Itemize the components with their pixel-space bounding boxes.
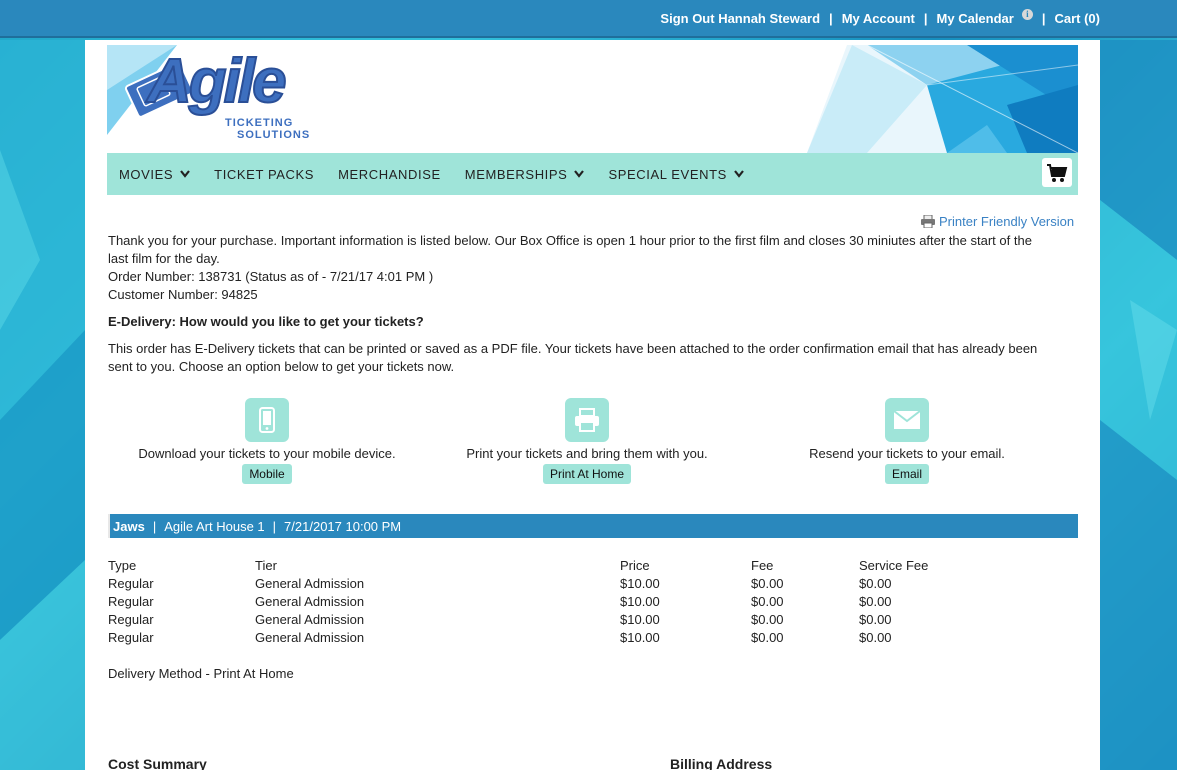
delivery-option-email: Resend your tickets to your email. Email (757, 398, 1057, 484)
edelivery-heading: E-Delivery: How would you like to get yo… (108, 314, 424, 329)
delivery-method: Delivery Method - Print At Home (108, 666, 294, 681)
table-row: Regular General Admission $10.00 $0.00 $… (108, 574, 979, 592)
ticket-fee: $0.00 (751, 629, 784, 645)
separator: | (272, 518, 277, 534)
ticket-tier: General Admission (255, 629, 365, 645)
table-header-row: Type Tier Price Fee Service Fee (108, 556, 979, 574)
nav-merchandise[interactable]: MERCHANDISE (338, 167, 441, 182)
printer-friendly-label: Printer Friendly Version (939, 214, 1075, 229)
event-title: Jaws (113, 518, 145, 534)
ticket-price: $10.00 (620, 629, 660, 645)
nav-label: MOVIES (119, 166, 174, 182)
delivery-option-mobile: Download your tickets to your mobile dev… (117, 398, 417, 484)
nav-ticket-packs[interactable]: TICKET PACKS (214, 167, 314, 182)
separator: | (923, 10, 928, 26)
separator: | (829, 10, 833, 26)
table-row: Regular General Admission $10.00 $0.00 $… (108, 610, 979, 628)
envelope-icon (885, 398, 929, 442)
cart-button[interactable] (1042, 158, 1072, 187)
my-account-link[interactable]: My Account (842, 11, 915, 26)
table-row: Regular General Admission $10.00 $0.00 $… (108, 592, 979, 610)
ticket-price: $10.00 (620, 611, 660, 627)
billing-address-heading: Billing Address (670, 756, 773, 770)
chevron-down-icon (574, 170, 585, 178)
header-banner: Agile TICKETING SOLUTIONS (107, 45, 1078, 153)
option-description: Download your tickets to your mobile dev… (138, 446, 396, 461)
separator: | (1041, 10, 1046, 26)
shopping-cart-icon (1047, 163, 1068, 182)
logo[interactable]: Agile TICKETING SOLUTIONS (146, 46, 309, 141)
option-description: Resend your tickets to your email. (809, 446, 1005, 461)
logo-subtitle-2: SOLUTIONS (237, 129, 311, 141)
main-nav: MOVIES TICKET PACKS MERCHANDISE MEMBERSH… (107, 153, 1078, 195)
printer-icon (921, 215, 935, 228)
sign-out-link[interactable]: Sign Out Hannah Steward (660, 11, 820, 26)
mobile-phone-icon (245, 398, 289, 442)
column-header: Fee (751, 557, 774, 573)
ticket-type: Regular (108, 611, 154, 627)
nav-memberships[interactable]: MEMBERSHIPS (465, 167, 585, 182)
ticket-tier: General Admission (255, 611, 365, 627)
email-button[interactable]: Email (884, 464, 929, 484)
table-row: Regular General Admission $10.00 $0.00 $… (108, 628, 979, 646)
top-utility-bar: Sign Out Hannah Steward | My Account | M… (0, 0, 1177, 38)
ticket-tier: General Admission (255, 593, 365, 609)
cost-summary-heading: Cost Summary (108, 756, 207, 770)
ticket-tier: General Admission (255, 575, 365, 591)
mobile-button[interactable]: Mobile (242, 464, 292, 484)
ticket-fee: $0.00 (751, 611, 784, 627)
option-description: Print your tickets and bring them with y… (466, 446, 708, 461)
printer-icon (565, 398, 609, 442)
nav-label: MERCHANDISE (338, 166, 441, 182)
column-header: Service Fee (859, 557, 929, 573)
ticket-fee: $0.00 (751, 575, 784, 591)
event-venue: Agile Art House 1 (164, 518, 265, 534)
nav-movies[interactable]: MOVIES (119, 166, 191, 182)
customer-number: Customer Number: 94825 (108, 287, 258, 302)
main-page: Agile TICKETING SOLUTIONS MOVIES TICKET … (85, 40, 1100, 770)
nav-label: SPECIAL EVENTS (608, 166, 727, 182)
ticket-fee: $0.00 (751, 593, 784, 609)
tickets-table: Type Tier Price Fee Service Fee Regular … (108, 556, 979, 646)
thank-you-line-1: Thank you for your purchase. Important i… (108, 233, 1032, 248)
ticket-price: $10.00 (620, 575, 660, 591)
cart-link[interactable]: Cart (0) (1054, 11, 1100, 26)
column-header: Price (620, 557, 650, 573)
ticket-service-fee: $0.00 (859, 575, 892, 591)
info-icon[interactable]: i (1021, 8, 1033, 20)
my-calendar-link[interactable]: My Calendar (937, 11, 1014, 26)
chevron-down-icon (734, 170, 744, 178)
logo-text: Agile (146, 46, 288, 117)
column-header: Tier (255, 557, 277, 573)
nav-label: TICKET PACKS (214, 166, 315, 182)
logo-subtitle-1: TICKETING (225, 117, 294, 129)
order-number: Order Number: 138731 (Status as of - 7/2… (108, 269, 434, 284)
edelivery-desc-line-2: sent to you. Choose an option below to g… (108, 359, 455, 374)
thank-you-line-2: last film for the day. (108, 251, 220, 266)
separator: | (152, 518, 157, 534)
ticket-service-fee: $0.00 (859, 611, 892, 627)
ticket-type: Regular (108, 575, 154, 591)
ticket-price: $10.00 (620, 593, 660, 609)
ticket-type: Regular (108, 629, 154, 645)
print-at-home-button[interactable]: Print At Home (542, 464, 632, 484)
ticket-service-fee: $0.00 (859, 593, 892, 609)
event-header-bar: Jaws | Agile Art House 1 | 7/21/2017 10:… (108, 514, 1078, 538)
edelivery-desc-line-1: This order has E-Delivery tickets that c… (108, 341, 1038, 356)
nav-special-events[interactable]: SPECIAL EVENTS (608, 166, 744, 182)
nav-label: MEMBERSHIPS (464, 166, 568, 182)
ticket-type: Regular (108, 593, 154, 609)
chevron-down-icon (180, 170, 191, 178)
event-datetime: 7/21/2017 10:00 PM (284, 518, 402, 534)
printer-friendly-link[interactable]: Printer Friendly Version (921, 214, 1074, 229)
delivery-option-print: Print your tickets and bring them with y… (437, 398, 737, 484)
column-header: Type (108, 557, 137, 573)
ticket-service-fee: $0.00 (859, 629, 892, 645)
